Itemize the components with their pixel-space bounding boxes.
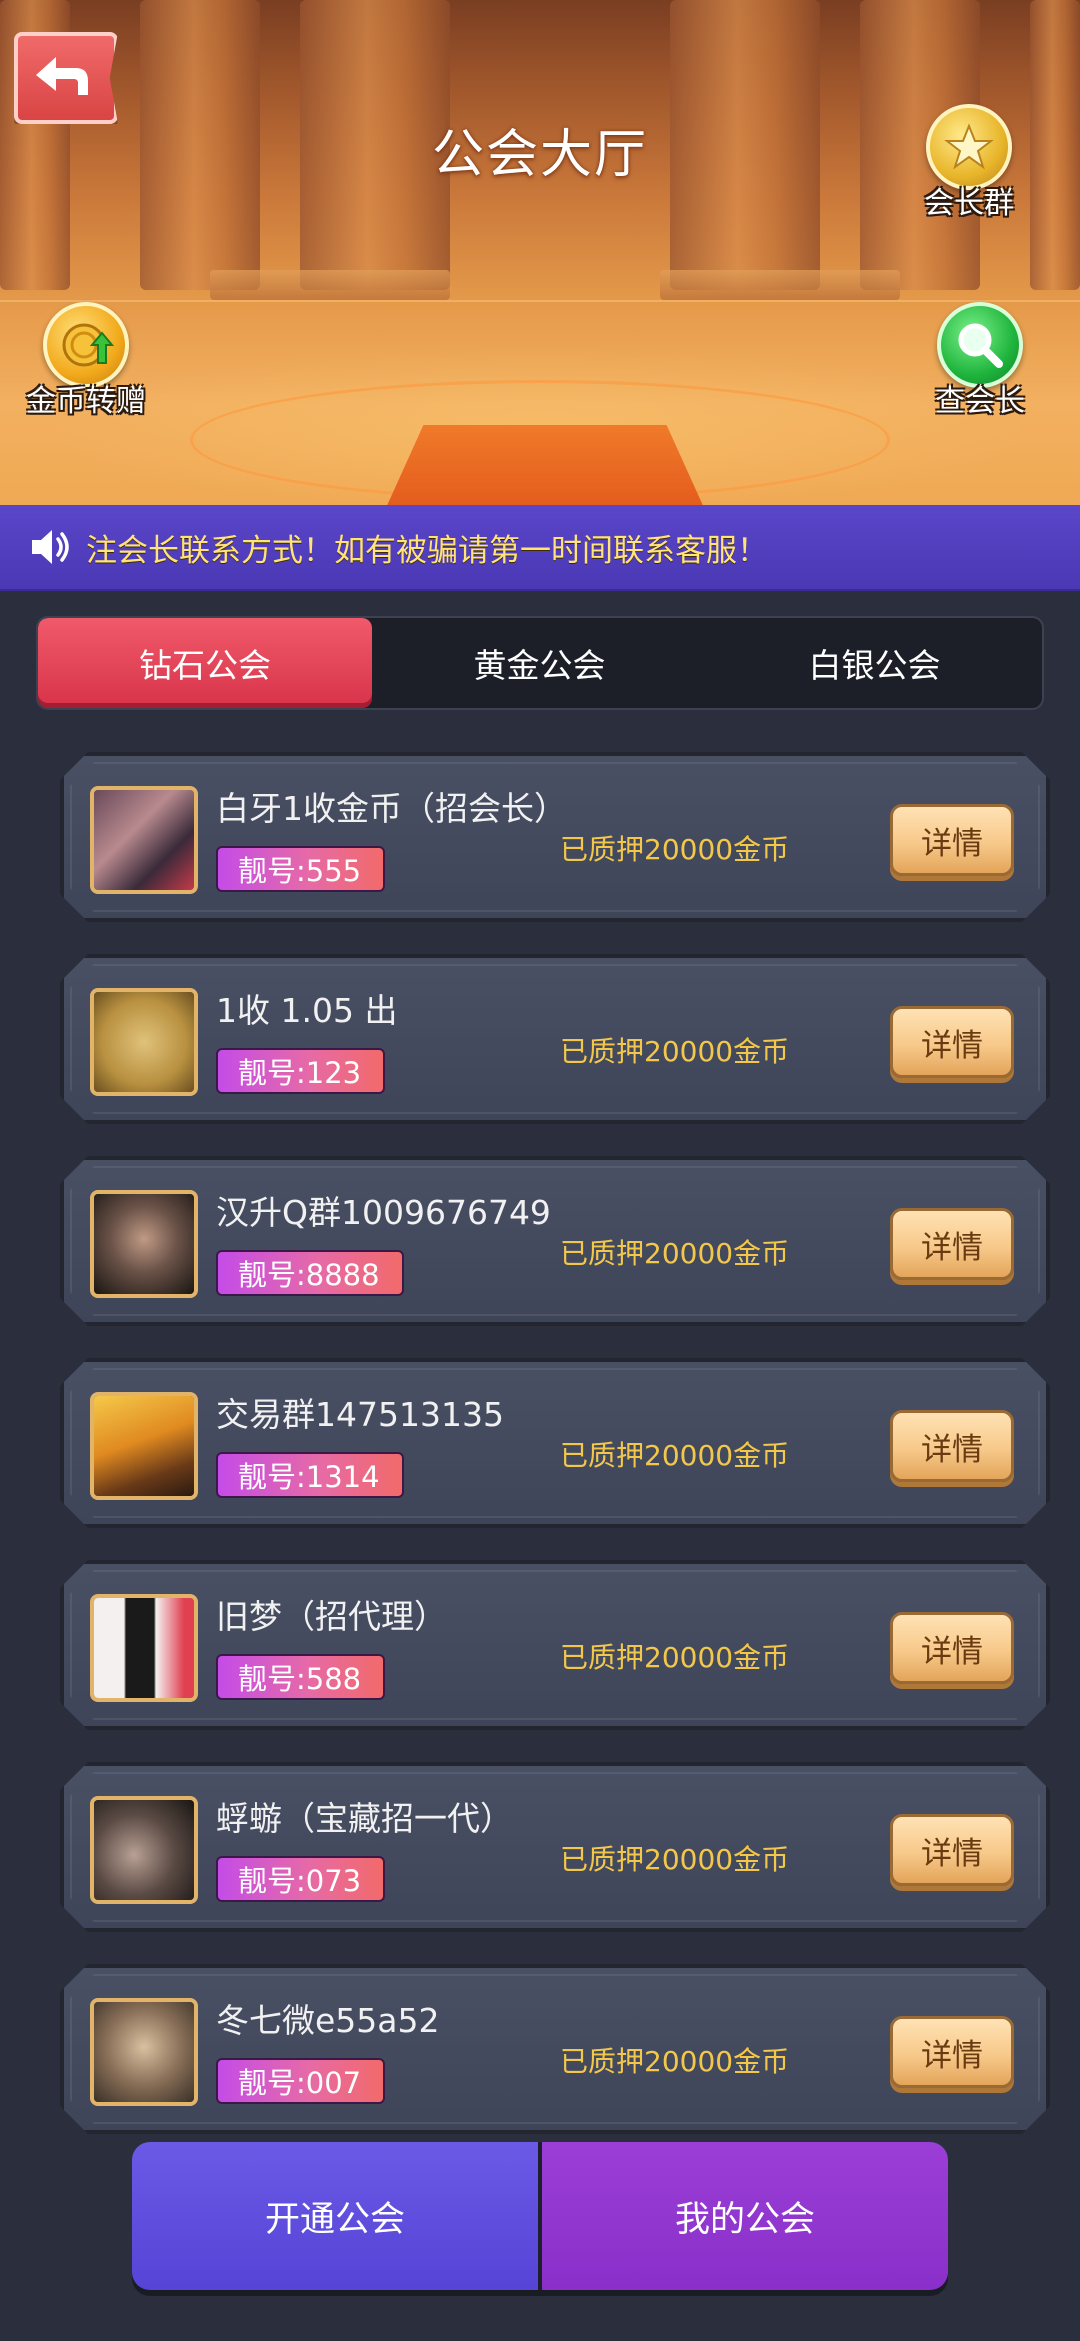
guild-row: 冬七微e55a52 靓号:007 已质押20000金币 详情	[60, 1964, 1050, 2134]
back-arrow-icon	[36, 57, 88, 95]
guild-pledge: 已质押20000金币	[560, 833, 790, 866]
guild-name: 1收 1.05 出	[216, 991, 398, 1030]
detail-button[interactable]: 详情	[890, 804, 1014, 876]
speaker-icon	[32, 530, 69, 564]
back-button[interactable]	[14, 32, 118, 124]
bottom-action-bar: 开通公会 我的公会	[132, 2142, 948, 2290]
leader-group-label: 会长群	[924, 186, 1014, 221]
guild-avatar	[90, 1594, 198, 1702]
leader-group-button[interactable]: 会长群	[924, 104, 1014, 222]
my-guild-button[interactable]: 我的公会	[542, 2142, 948, 2290]
guild-name: 冬七微e55a52	[216, 2001, 440, 2040]
open-guild-button[interactable]: 开通公会	[132, 2142, 542, 2290]
guild-name: 白牙1收金币（招会长）	[216, 789, 567, 828]
tab-silver-guild[interactable]: 白银公会	[707, 618, 1042, 708]
notice-marquee: 注会长联系方式！如有被骗请第一时间联系客服！	[0, 505, 1080, 591]
guild-pledge: 已质押20000金币	[560, 1843, 790, 1876]
tab-diamond-guild[interactable]: 钻石公会	[38, 618, 372, 708]
notice-text: 注会长联系方式！如有被骗请第一时间联系客服！	[86, 532, 768, 569]
guild-name: 交易群147513135	[216, 1395, 504, 1434]
guild-avatar	[90, 988, 198, 1096]
guild-number-badge: 靓号:1314	[216, 1452, 404, 1498]
search-leader-label: 查会长	[935, 384, 1025, 419]
guild-pledge: 已质押20000金币	[560, 1035, 790, 1068]
guild-number-badge: 靓号:588	[216, 1654, 385, 1700]
carpet	[385, 425, 705, 505]
floor-line	[0, 300, 1080, 302]
coin-transfer-label: 金币转赠	[26, 384, 146, 419]
coin-transfer-button[interactable]: 金币转赠	[26, 302, 146, 420]
hall-pillar-base	[660, 270, 900, 300]
guild-row: 汉升Q群1009676749 靓号:8888 已质押20000金币 详情	[60, 1156, 1050, 1326]
hall-pillar-base	[210, 270, 450, 300]
guild-number-badge: 靓号:123	[216, 1048, 385, 1094]
tab-gold-guild[interactable]: 黄金公会	[372, 618, 707, 708]
detail-button[interactable]: 详情	[890, 1006, 1014, 1078]
guild-number-badge: 靓号:007	[216, 2058, 385, 2104]
guild-number-badge: 靓号:8888	[216, 1250, 404, 1296]
detail-button[interactable]: 详情	[890, 2016, 1014, 2088]
guild-row: 交易群147513135 靓号:1314 已质押20000金币 详情	[60, 1358, 1050, 1528]
guild-number-badge: 靓号:555	[216, 846, 385, 892]
guild-name: 汉升Q群1009676749	[216, 1193, 551, 1232]
guild-pledge: 已质押20000金币	[560, 1237, 790, 1270]
detail-button[interactable]: 详情	[890, 1208, 1014, 1280]
guild-tier-tabs: 钻石公会 黄金公会 白银公会	[36, 616, 1044, 710]
guild-avatar	[90, 1190, 198, 1298]
guild-number-badge: 靓号:073	[216, 1856, 385, 1902]
guild-hall-header: 公会大厅 会长群 金币转赠 查会长	[0, 0, 1080, 505]
guild-pledge: 已质押20000金币	[560, 2045, 790, 2078]
detail-button[interactable]: 详情	[890, 1410, 1014, 1482]
guild-pledge: 已质押20000金币	[560, 1641, 790, 1674]
guild-row: 旧梦（招代理） 靓号:588 已质押20000金币 详情	[60, 1560, 1050, 1730]
guild-avatar	[90, 1998, 198, 2106]
guild-avatar	[90, 786, 198, 894]
guild-avatar	[90, 1392, 198, 1500]
detail-button[interactable]: 详情	[890, 1612, 1014, 1684]
detail-button[interactable]: 详情	[890, 1814, 1014, 1886]
guild-name: 蜉蝣（宝藏招一代）	[216, 1799, 513, 1838]
guild-list: 白牙1收金币（招会长） 靓号:555 已质押20000金币 详情 1收 1.05…	[60, 752, 1050, 2166]
guild-row: 白牙1收金币（招会长） 靓号:555 已质押20000金币 详情	[60, 752, 1050, 922]
guild-row: 1收 1.05 出 靓号:123 已质押20000金币 详情	[60, 954, 1050, 1124]
guild-pledge: 已质押20000金币	[560, 1439, 790, 1472]
search-leader-button[interactable]: 查会长	[935, 302, 1025, 420]
guild-avatar	[90, 1796, 198, 1904]
page-title: 公会大厅	[431, 125, 648, 185]
guild-row: 蜉蝣（宝藏招一代） 靓号:073 已质押20000金币 详情	[60, 1762, 1050, 1932]
guild-name: 旧梦（招代理）	[216, 1597, 447, 1636]
